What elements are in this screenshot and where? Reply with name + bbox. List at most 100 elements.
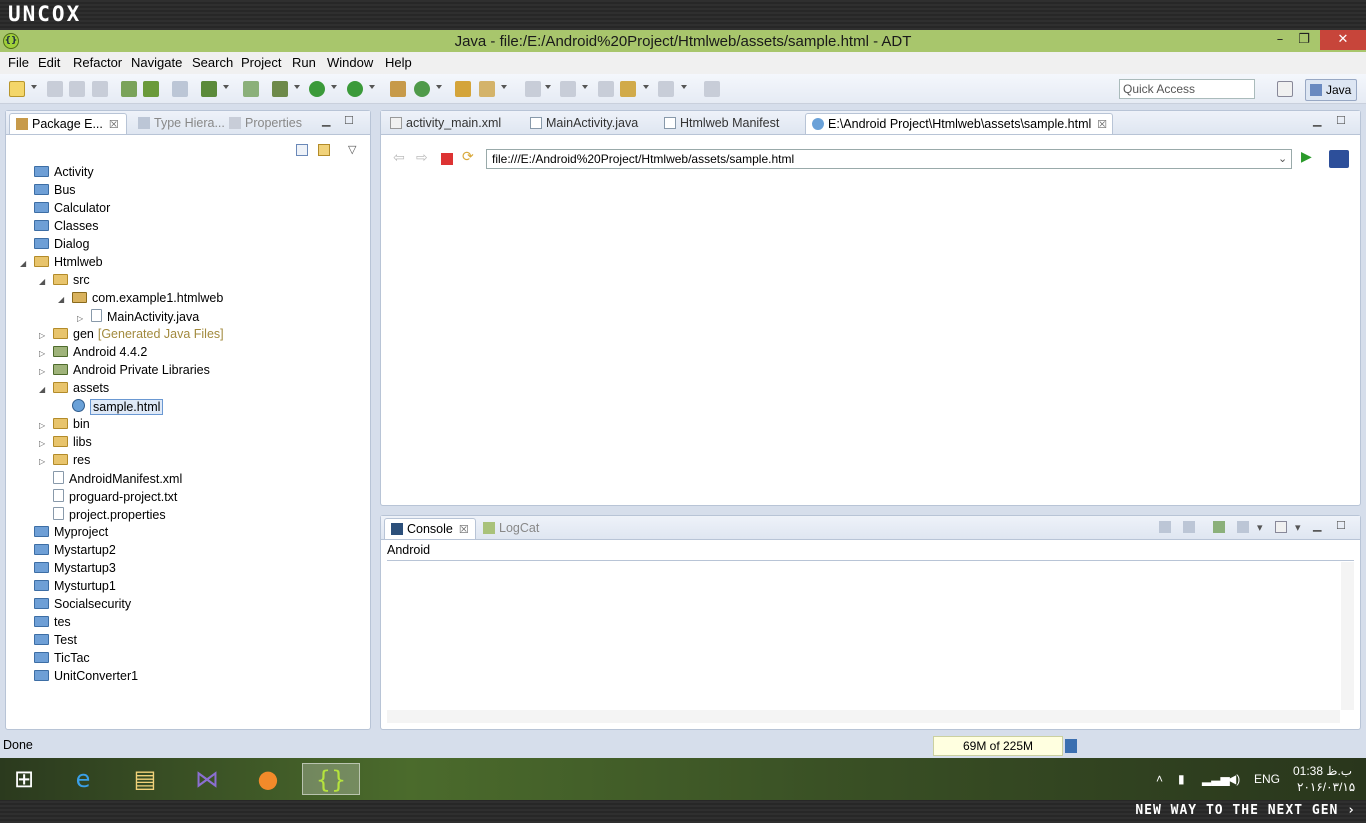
tree-toggle-icon[interactable]: ◢ bbox=[58, 295, 72, 304]
console-horizontal-scrollbar[interactable] bbox=[387, 710, 1340, 723]
tab-sample-html[interactable]: E:\Android Project\Htmlweb\assets\sample… bbox=[805, 113, 1113, 134]
tree-item[interactable]: tes bbox=[20, 615, 71, 633]
signal-icon[interactable]: ▂▃▅ bbox=[1202, 772, 1230, 786]
save-icon[interactable] bbox=[47, 81, 63, 97]
url-dropdown-icon[interactable]: ⌄ bbox=[1278, 152, 1287, 165]
minimize-view-icon[interactable]: ▁ bbox=[322, 114, 330, 127]
volume-icon[interactable]: ◀) bbox=[1227, 772, 1240, 786]
tray-overflow-icon[interactable]: ˄ bbox=[1156, 772, 1163, 786]
tree-toggle-icon[interactable]: ▷ bbox=[39, 421, 53, 430]
maximize-console-icon[interactable]: ☐ bbox=[1336, 519, 1346, 532]
open-type-icon[interactable] bbox=[455, 81, 471, 97]
avd-manager-icon[interactable] bbox=[143, 81, 159, 97]
collapse-all-icon[interactable] bbox=[296, 144, 308, 156]
tab-logcat[interactable]: LogCat bbox=[477, 518, 545, 539]
tree-item[interactable]: proguard-project.txt bbox=[39, 489, 177, 507]
last-edit-icon[interactable] bbox=[598, 81, 614, 97]
tab-type-hierarchy[interactable]: Type Hiera... bbox=[132, 113, 231, 134]
tab-properties[interactable]: Properties bbox=[223, 113, 308, 134]
tree-item[interactable]: Mysturtup1 bbox=[20, 579, 116, 597]
tree-toggle-icon[interactable]: ▷ bbox=[39, 439, 53, 448]
visual-studio-icon[interactable]: ⋈ bbox=[185, 763, 229, 795]
clock-time[interactable]: 01:38 ب.ظ bbox=[1293, 764, 1352, 778]
minimize-editor-icon[interactable]: ▁ bbox=[1313, 114, 1321, 127]
internet-explorer-icon[interactable]: e bbox=[61, 763, 105, 795]
tree-item[interactable]: ▷ libs bbox=[39, 435, 92, 453]
browser-stop-icon[interactable] bbox=[441, 153, 453, 165]
search-dropdown-icon[interactable] bbox=[501, 85, 507, 89]
tree-item[interactable]: Mystartup3 bbox=[20, 561, 116, 579]
browser-url-field[interactable]: file:///E:/Android%20Project/Htmlweb/ass… bbox=[486, 149, 1292, 169]
forward-icon[interactable] bbox=[658, 81, 674, 97]
run-external-icon[interactable] bbox=[347, 81, 363, 97]
browser-go-icon[interactable]: ▶ bbox=[1301, 149, 1312, 165]
tree-toggle-icon[interactable]: ▷ bbox=[39, 367, 53, 376]
forward-dropdown-icon[interactable] bbox=[681, 85, 687, 89]
tree-item[interactable]: ▷ bin bbox=[39, 417, 90, 435]
open-console-icon[interactable] bbox=[1275, 521, 1287, 533]
maximize-editor-icon[interactable]: ☐ bbox=[1336, 114, 1346, 127]
new-class-dropdown-icon[interactable] bbox=[436, 85, 442, 89]
pin-editor-icon[interactable] bbox=[704, 81, 720, 97]
language-indicator[interactable]: ENG bbox=[1254, 772, 1280, 786]
tree-item[interactable]: AndroidManifest.xml bbox=[39, 471, 182, 489]
browser-refresh-icon[interactable]: ⟳ bbox=[462, 149, 474, 165]
tree-item[interactable]: Test bbox=[20, 633, 77, 651]
tree-item[interactable]: ▷ Android 4.4.2 bbox=[39, 345, 147, 363]
run-external-dropdown-icon[interactable] bbox=[369, 85, 375, 89]
tree-toggle-icon[interactable]: ◢ bbox=[20, 259, 34, 268]
tab-console[interactable]: Console ☒ bbox=[384, 518, 476, 539]
next-annotation-icon[interactable] bbox=[560, 81, 576, 97]
display-console-dropdown-icon[interactable]: ▾ bbox=[1257, 521, 1263, 534]
lint-icon[interactable] bbox=[172, 81, 188, 97]
tree-item[interactable]: ◢ Htmlweb bbox=[20, 255, 103, 273]
tree-toggle-icon[interactable]: ◢ bbox=[39, 385, 53, 394]
open-perspective-icon[interactable] bbox=[1277, 81, 1293, 97]
run-icon[interactable] bbox=[309, 81, 325, 97]
new-package-icon[interactable] bbox=[390, 81, 406, 97]
menu-help[interactable]: Help bbox=[385, 55, 412, 70]
annotation-dropdown-icon[interactable] bbox=[545, 85, 551, 89]
close-console-icon[interactable]: ☒ bbox=[459, 524, 469, 536]
minimize-console-icon[interactable]: ▁ bbox=[1313, 519, 1321, 532]
menu-navigate[interactable]: Navigate bbox=[131, 55, 182, 70]
tree-item[interactable]: Classes bbox=[20, 219, 98, 237]
tree-item[interactable]: ▷ Android Private Libraries bbox=[39, 363, 210, 381]
tree-item[interactable]: Bus bbox=[20, 183, 76, 201]
windows-start-icon[interactable]: ⊞ bbox=[2, 763, 46, 795]
print-icon[interactable] bbox=[92, 81, 108, 97]
menu-window[interactable]: Window bbox=[327, 55, 373, 70]
menu-search[interactable]: Search bbox=[192, 55, 233, 70]
pin-console-icon[interactable] bbox=[1213, 521, 1225, 533]
tree-item[interactable]: Socialsecurity bbox=[20, 597, 131, 615]
tree-item[interactable]: TicTac bbox=[20, 651, 90, 669]
new-class-icon[interactable] bbox=[414, 81, 430, 97]
annotation-icon[interactable] bbox=[525, 81, 541, 97]
browser-back-icon[interactable]: ⇦ bbox=[393, 150, 405, 166]
run-dropdown-icon[interactable] bbox=[331, 85, 337, 89]
open-console-dropdown-icon[interactable]: ▾ bbox=[1295, 521, 1301, 534]
tree-item[interactable]: Mystartup2 bbox=[20, 543, 116, 561]
network-icon[interactable]: ▮ bbox=[1178, 772, 1185, 786]
tree-item[interactable]: sample.html bbox=[58, 399, 164, 417]
view-menu-icon[interactable]: ▽ bbox=[348, 143, 356, 156]
tree-item[interactable]: Calculator bbox=[20, 201, 110, 219]
close-tab-icon[interactable]: ☒ bbox=[109, 119, 119, 131]
maximize-button[interactable]: ❐ bbox=[1290, 30, 1318, 50]
back-dropdown-icon[interactable] bbox=[643, 85, 649, 89]
quick-access-input[interactable]: Quick Access bbox=[1119, 79, 1255, 99]
garbage-collect-icon[interactable] bbox=[1065, 739, 1077, 753]
java-perspective-button[interactable]: Java bbox=[1305, 79, 1357, 101]
debug-icon[interactable] bbox=[272, 81, 288, 97]
tab-activity-main-xml[interactable]: activity_main.xml bbox=[384, 113, 507, 134]
close-editor-tab-icon[interactable]: ☒ bbox=[1097, 119, 1107, 131]
android-icon[interactable] bbox=[243, 81, 259, 97]
tree-item[interactable]: UnitConverter1 bbox=[20, 669, 138, 687]
link-with-editor-icon[interactable] bbox=[318, 144, 330, 156]
tree-item[interactable]: ◢ com.example1.htmlweb bbox=[58, 291, 223, 309]
tree-item[interactable]: Activity bbox=[20, 165, 94, 183]
tab-htmlweb-manifest[interactable]: Htmlweb Manifest bbox=[658, 113, 785, 134]
menu-run[interactable]: Run bbox=[292, 55, 316, 70]
tree-toggle-icon[interactable]: ▷ bbox=[39, 349, 53, 358]
task-icon[interactable] bbox=[201, 81, 217, 97]
